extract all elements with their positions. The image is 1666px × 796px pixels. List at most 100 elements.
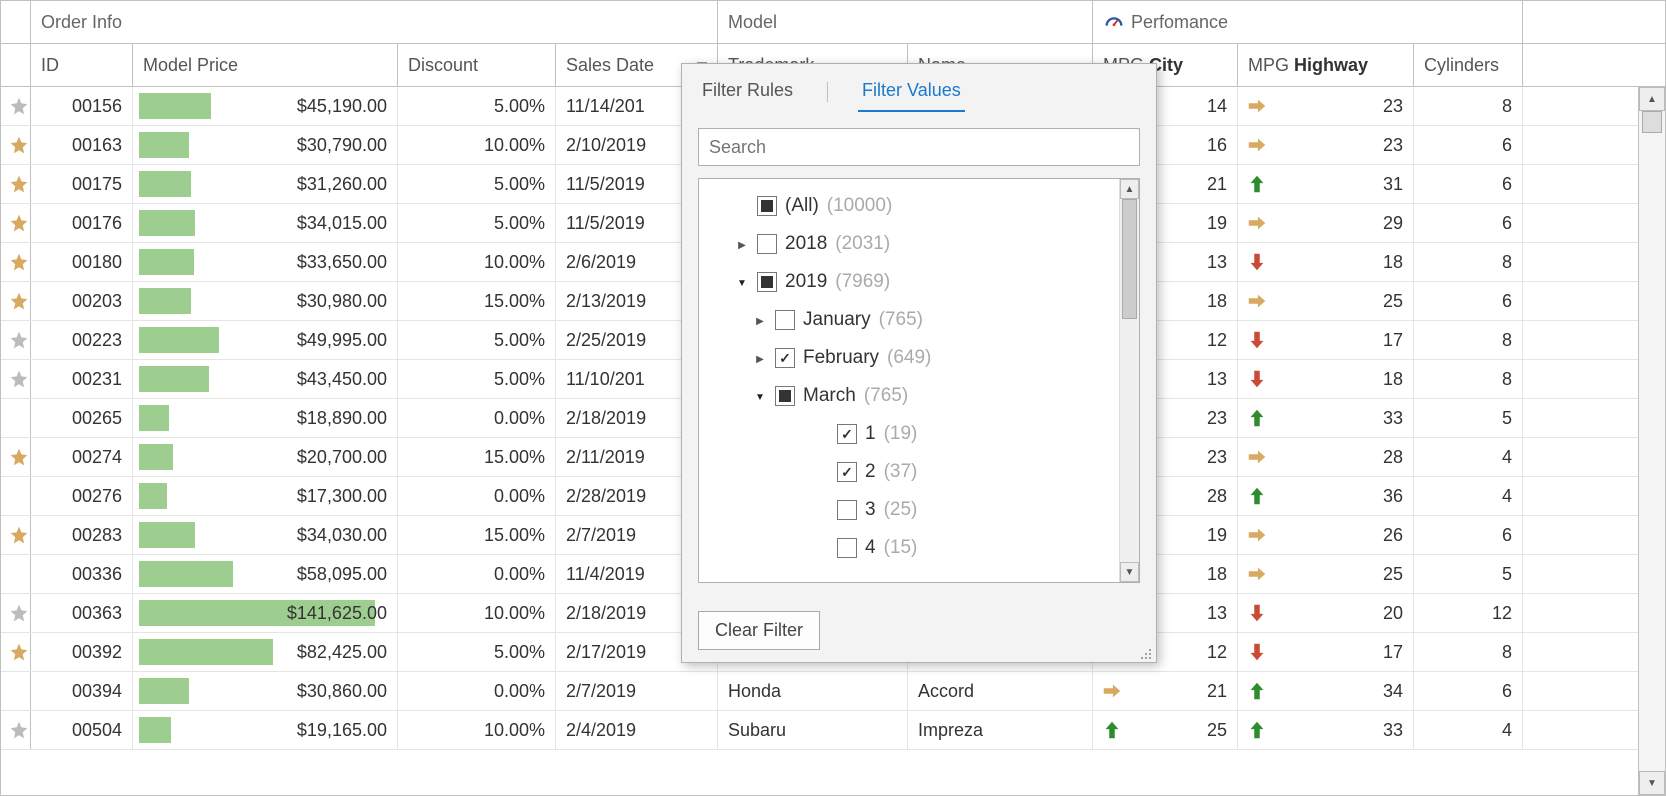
caret-icon[interactable] (753, 313, 767, 327)
scroll-up-button[interactable]: ▲ (1639, 87, 1665, 111)
cell-mpg-city: 25 (1093, 711, 1238, 749)
tree-item[interactable]: 2 (37) (705, 453, 1133, 491)
caret-icon[interactable] (753, 389, 767, 403)
tree-item[interactable]: March (765) (705, 377, 1133, 415)
scroll-down-button[interactable]: ▼ (1639, 771, 1665, 795)
mpg-city-value: 16 (1207, 135, 1227, 156)
price-value: $33,650.00 (297, 252, 387, 273)
scroll-thumb[interactable] (1642, 111, 1662, 133)
header-model-price[interactable]: Model Price (133, 44, 398, 86)
filter-tree: (All) (10000)2018 (2031)2019 (7969)Janua… (698, 178, 1140, 583)
checkbox[interactable] (775, 310, 795, 330)
trend-arrow-icon (1246, 290, 1268, 312)
tree-item[interactable]: February (649) (705, 339, 1133, 377)
cell-id: 00265 (31, 399, 133, 437)
tree-item[interactable]: 3 (25) (705, 491, 1133, 529)
cell-cylinders: 6 (1414, 516, 1523, 554)
tree-label: 3 (865, 499, 876, 521)
caret-icon[interactable] (735, 237, 749, 251)
tree-item[interactable]: 1 (19) (705, 415, 1133, 453)
filter-popup: Filter Rules Filter Values (All) (10000)… (681, 63, 1157, 663)
caret-icon[interactable] (753, 351, 767, 365)
filter-tabs: Filter Rules Filter Values (682, 64, 1156, 112)
caret-icon[interactable] (735, 275, 749, 289)
checkbox[interactable] (837, 538, 857, 558)
cell-mpg-highway: 23 (1238, 87, 1414, 125)
tree-scrollbar[interactable]: ▲ ▼ (1119, 179, 1139, 582)
tree-count: (10000) (827, 195, 893, 217)
discount-value: 5.00% (494, 642, 545, 663)
cell-mpg-highway: 25 (1238, 555, 1414, 593)
table-row[interactable]: 00504$19,165.0010.00%2/4/2019SubaruImpre… (1, 711, 1665, 750)
group-order-info[interactable]: Order Info (31, 1, 718, 43)
cell-mpg-highway: 20 (1238, 594, 1414, 632)
discount-value: 15.00% (484, 291, 545, 312)
group-blank (1, 1, 31, 43)
mpg-hwy-value: 36 (1383, 486, 1403, 507)
cell-id: 00392 (31, 633, 133, 671)
table-row[interactable]: 00394$30,860.000.00%2/7/2019HondaAccord2… (1, 672, 1665, 711)
header-discount[interactable]: Discount (398, 44, 556, 86)
tree-item[interactable]: 2019 (7969) (705, 263, 1133, 301)
checkbox[interactable] (837, 500, 857, 520)
cell-price: $45,190.00 (133, 87, 398, 125)
tree-scroll-track[interactable] (1120, 319, 1139, 562)
tree-item[interactable]: 2018 (2031) (705, 225, 1133, 263)
tree-count: (15) (884, 537, 918, 559)
tree-item[interactable]: (All) (10000) (705, 187, 1133, 225)
resize-grip-icon[interactable] (1138, 644, 1152, 658)
checkbox[interactable] (757, 234, 777, 254)
row-blank (1, 672, 31, 710)
cell-name: Accord (908, 672, 1093, 710)
trend-arrow-icon (1246, 641, 1268, 663)
tab-filter-rules[interactable]: Filter Rules (698, 72, 797, 112)
tree-label: 2019 (785, 271, 827, 293)
mpg-hwy-value: 25 (1383, 291, 1403, 312)
checkbox[interactable] (837, 462, 857, 482)
cell-mpg-highway: 33 (1238, 711, 1414, 749)
tree-item[interactable]: 4 (15) (705, 529, 1133, 567)
vertical-scrollbar[interactable]: ▲ ▼ (1638, 87, 1665, 795)
mpg-city-value: 25 (1207, 720, 1227, 741)
checkbox[interactable] (757, 272, 777, 292)
cell-cylinders: 8 (1414, 87, 1523, 125)
cell-mpg-city: 21 (1093, 672, 1238, 710)
tree-count: (649) (887, 347, 931, 369)
discount-value: 5.00% (494, 96, 545, 117)
scroll-track[interactable] (1639, 133, 1665, 771)
tree-scroll-up[interactable]: ▲ (1120, 179, 1139, 199)
checkbox[interactable] (775, 386, 795, 406)
trend-arrow-icon (1101, 719, 1123, 741)
price-value: $18,890.00 (297, 408, 387, 429)
header-id[interactable]: ID (31, 44, 133, 86)
cell-price: $20,700.00 (133, 438, 398, 476)
tree-item[interactable]: January (765) (705, 301, 1133, 339)
cell-id: 00276 (31, 477, 133, 515)
clear-filter-button[interactable]: Clear Filter (698, 611, 820, 650)
mpg-city-value: 14 (1207, 96, 1227, 117)
tab-filter-values[interactable]: Filter Values (858, 72, 965, 112)
cell-id: 00176 (31, 204, 133, 242)
header-cylinders[interactable]: Cylinders (1414, 44, 1523, 86)
checkbox[interactable] (837, 424, 857, 444)
group-model[interactable]: Model (718, 1, 1093, 43)
group-performance[interactable]: Perfomance (1093, 1, 1523, 43)
mpg-hwy-value: 33 (1383, 408, 1403, 429)
checkbox[interactable] (757, 196, 777, 216)
checkbox[interactable] (775, 348, 795, 368)
discount-value: 5.00% (494, 174, 545, 195)
trend-arrow-icon (1246, 407, 1268, 429)
price-bar (139, 405, 169, 431)
price-value: $34,030.00 (297, 525, 387, 546)
tree-scroll-down[interactable]: ▼ (1120, 562, 1139, 582)
cell-cylinders: 8 (1414, 360, 1523, 398)
header-scrollspace (1523, 44, 1665, 86)
cell-id: 00231 (31, 360, 133, 398)
mpg-city-value: 18 (1207, 564, 1227, 585)
mpg-hwy-value: 34 (1383, 681, 1403, 702)
tree-label: 2018 (785, 233, 827, 255)
cell-discount: 0.00% (398, 672, 556, 710)
tree-scroll-thumb[interactable] (1122, 199, 1137, 319)
header-mpg-highway[interactable]: MPG Highway (1238, 44, 1414, 86)
filter-search-input[interactable] (698, 128, 1140, 166)
